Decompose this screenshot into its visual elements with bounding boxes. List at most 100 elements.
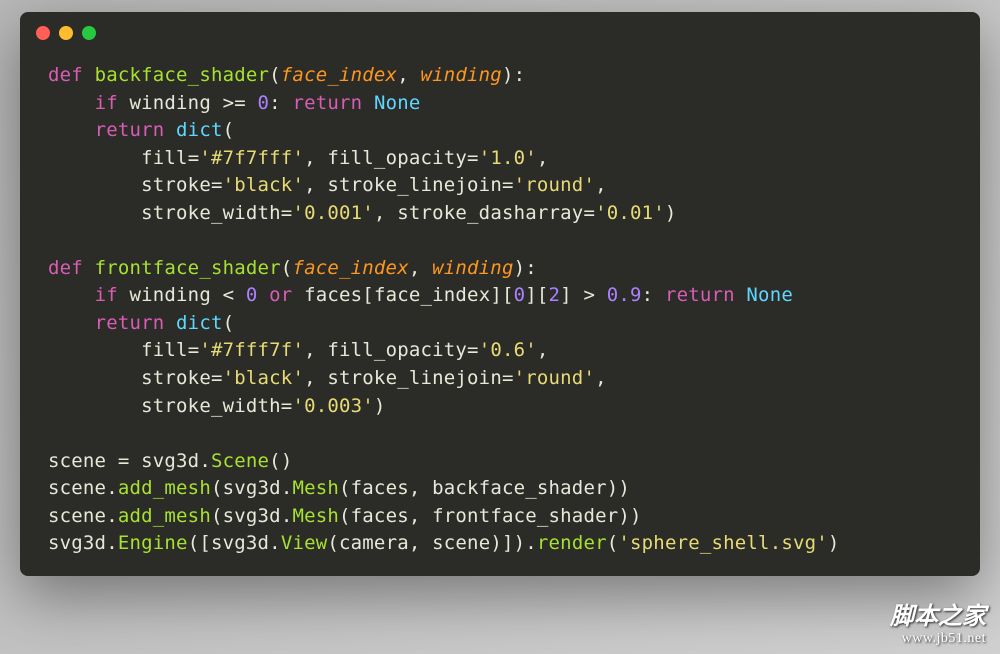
watermark-text-cn: 脚本之家 — [890, 604, 986, 630]
string: '0.001' — [292, 202, 373, 224]
bracket: [ — [537, 284, 549, 306]
paren: ( — [339, 505, 351, 527]
operator: = — [467, 339, 479, 361]
operator: = — [583, 202, 595, 224]
string: 'round' — [514, 174, 595, 196]
dot: . — [106, 505, 118, 527]
paren: ( — [223, 312, 235, 334]
comma: , — [304, 174, 316, 196]
identifier: camera — [339, 532, 409, 554]
keyword: def — [48, 257, 83, 279]
method: Mesh — [292, 505, 339, 527]
paren: ) — [828, 532, 840, 554]
number: 0 — [246, 284, 258, 306]
string: '0.003' — [292, 395, 373, 417]
keyword: return — [95, 119, 165, 141]
bracket: [ — [362, 284, 374, 306]
paren: ( — [211, 505, 223, 527]
operator: = — [188, 339, 200, 361]
operator: >= — [223, 92, 246, 114]
paren: ( — [269, 64, 281, 86]
keyword: or — [269, 284, 292, 306]
bracket: ] — [502, 532, 514, 554]
close-icon[interactable] — [36, 26, 50, 40]
paren: ) — [665, 202, 677, 224]
paren: ) — [514, 532, 526, 554]
kwarg: fill — [141, 339, 188, 361]
paren: ( — [211, 477, 223, 499]
method: Mesh — [292, 477, 339, 499]
kwarg: stroke_dasharray — [397, 202, 583, 224]
keyword: return — [665, 284, 735, 306]
number: 2 — [549, 284, 561, 306]
builtin: dict — [176, 312, 223, 334]
method: render — [537, 532, 607, 554]
function-name: frontface_shader — [95, 257, 281, 279]
identifier: faces — [304, 284, 362, 306]
comma: , — [304, 367, 316, 389]
method: add_mesh — [118, 477, 211, 499]
identifier: winding — [129, 92, 210, 114]
builtin: None — [374, 92, 421, 114]
paren: ) — [502, 64, 514, 86]
identifier: backface_shader — [432, 477, 607, 499]
comma: , — [595, 367, 607, 389]
paren: ( — [327, 532, 339, 554]
comma: , — [374, 202, 386, 224]
operator: = — [118, 450, 130, 472]
operator: > — [583, 284, 595, 306]
operator: = — [281, 395, 293, 417]
keyword: def — [48, 64, 83, 86]
paren: ( — [607, 532, 619, 554]
paren: ( — [339, 477, 351, 499]
dot: . — [106, 532, 118, 554]
identifier: scene — [48, 477, 106, 499]
comma: , — [409, 505, 421, 527]
paren: ( — [223, 119, 235, 141]
identifier: svg3d — [223, 505, 281, 527]
colon: : — [642, 284, 654, 306]
paren: ) — [490, 532, 502, 554]
comma: , — [409, 532, 421, 554]
kwarg: stroke_linejoin — [327, 174, 502, 196]
string: '1.0' — [479, 147, 537, 169]
kwarg: fill_opacity — [327, 147, 467, 169]
dot: . — [281, 477, 293, 499]
comma: , — [409, 257, 421, 279]
window-titlebar — [20, 12, 980, 54]
identifier: svg3d — [48, 532, 106, 554]
string: 'black' — [223, 174, 304, 196]
string: 'black' — [223, 367, 304, 389]
bracket: ] — [560, 284, 572, 306]
paren: ) — [607, 477, 619, 499]
method: Engine — [118, 532, 188, 554]
operator: < — [223, 284, 235, 306]
kwarg: stroke_width — [141, 202, 281, 224]
comma: , — [397, 64, 409, 86]
minimize-icon[interactable] — [59, 26, 73, 40]
keyword: if — [95, 92, 118, 114]
zoom-icon[interactable] — [82, 26, 96, 40]
paren: ) — [618, 505, 630, 527]
colon: : — [514, 64, 526, 86]
bracket: [ — [502, 284, 514, 306]
comma: , — [304, 147, 316, 169]
code-window: def backface_shader(face_index, winding)… — [20, 12, 980, 576]
operator: = — [502, 174, 514, 196]
identifier: face_index — [374, 284, 490, 306]
dot: . — [525, 532, 537, 554]
paren: ) — [514, 257, 526, 279]
comma: , — [537, 147, 549, 169]
paren: ( — [269, 450, 281, 472]
parameter: face_index — [292, 257, 408, 279]
keyword: return — [292, 92, 362, 114]
watermark: 脚本之家 www.jb51.net — [890, 604, 986, 646]
method: View — [281, 532, 328, 554]
bracket: [ — [199, 532, 211, 554]
parameter: face_index — [281, 64, 397, 86]
bracket: ] — [525, 284, 537, 306]
builtin: dict — [176, 119, 223, 141]
identifier: svg3d — [211, 532, 269, 554]
identifier: winding — [129, 284, 210, 306]
dot: . — [269, 532, 281, 554]
